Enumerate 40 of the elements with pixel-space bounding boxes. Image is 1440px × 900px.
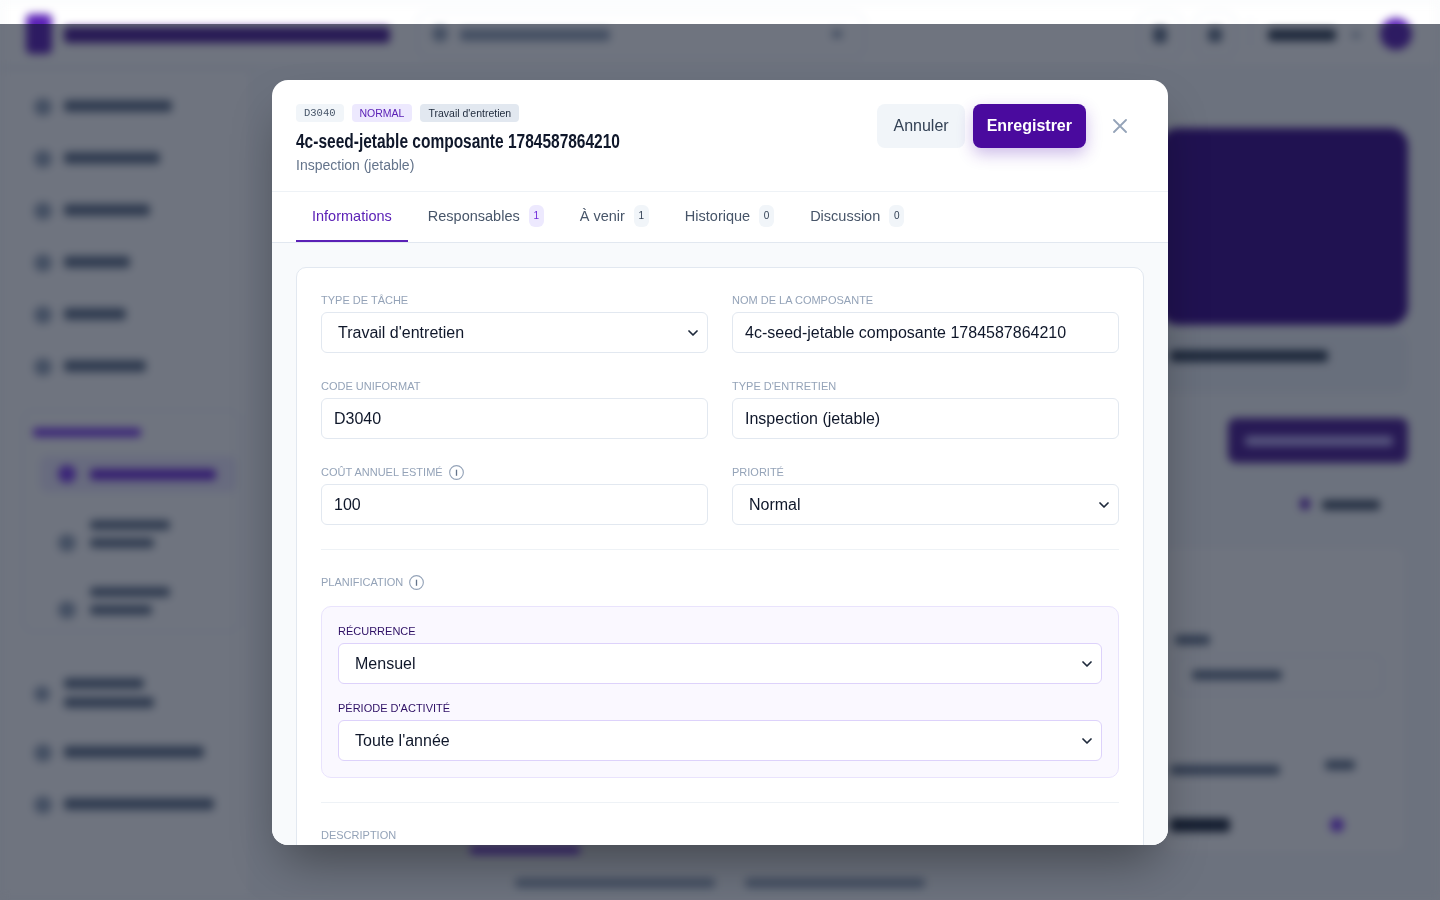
tab[interactable]: Discussion 0 xyxy=(794,192,921,242)
dropdown[interactable]: Mensuel xyxy=(338,643,1102,684)
dropdown[interactable]: Normal xyxy=(732,484,1119,525)
code-badge: D3040 xyxy=(296,104,344,122)
close-icon xyxy=(1113,119,1127,133)
category-badge: Travail d'entretien xyxy=(420,104,520,122)
count-badge: 1 xyxy=(633,205,649,227)
field-label: TYPE DE TÂCHE xyxy=(321,293,409,308)
dropdown[interactable]: Toute l'année xyxy=(338,720,1102,761)
tab[interactable]: Historique 0 xyxy=(668,192,791,242)
input-field[interactable]: Inspection (jetable) xyxy=(732,398,1119,439)
field-label: CODE UNIFORMAT xyxy=(321,379,421,394)
chevron-down-icon xyxy=(1099,501,1109,508)
info-icon[interactable] xyxy=(409,574,425,590)
task-subtitle: Inspection (jetable) xyxy=(296,156,415,174)
save-button[interactable]: Enregistrer xyxy=(972,104,1086,148)
tab[interactable]: Responsables 1 xyxy=(411,192,560,242)
field-label: PRIORITÉ xyxy=(732,465,784,480)
chevron-down-icon xyxy=(688,329,698,336)
task-title: 4c-seed-jetable composante 1784587864210 xyxy=(296,129,620,153)
priority-badge: NORMAL xyxy=(351,104,413,122)
field-label: COÛT ANNUEL ESTIMÉ xyxy=(321,465,443,480)
field-label: PÉRIODE D'ACTIVITÉ xyxy=(338,701,451,716)
tab[interactable]: À venir 1 xyxy=(563,192,665,242)
chevron-down-icon xyxy=(1082,660,1092,667)
section-heading: DESCRIPTION xyxy=(321,828,397,843)
field-label: TYPE D'ENTRETIEN xyxy=(732,379,837,394)
section-heading: PLANIFICATION xyxy=(321,575,404,590)
count-badge: 1 xyxy=(528,205,544,227)
input-field[interactable]: 100 xyxy=(321,484,708,525)
input-field[interactable]: 4c-seed-jetable composante 1784587864210 xyxy=(732,312,1119,353)
chevron-down-icon xyxy=(1082,737,1092,744)
field-label: RÉCURRENCE xyxy=(338,624,416,639)
count-badge: 0 xyxy=(759,205,775,227)
count-badge: 0 xyxy=(889,205,905,227)
info-icon[interactable] xyxy=(448,464,464,480)
input-field[interactable]: D3040 xyxy=(321,398,708,439)
field-label: NOM DE LA COMPOSANTE xyxy=(732,293,874,308)
dropdown[interactable]: Travail d'entretien xyxy=(321,312,708,353)
cancel-button[interactable]: Annuler xyxy=(877,104,965,148)
